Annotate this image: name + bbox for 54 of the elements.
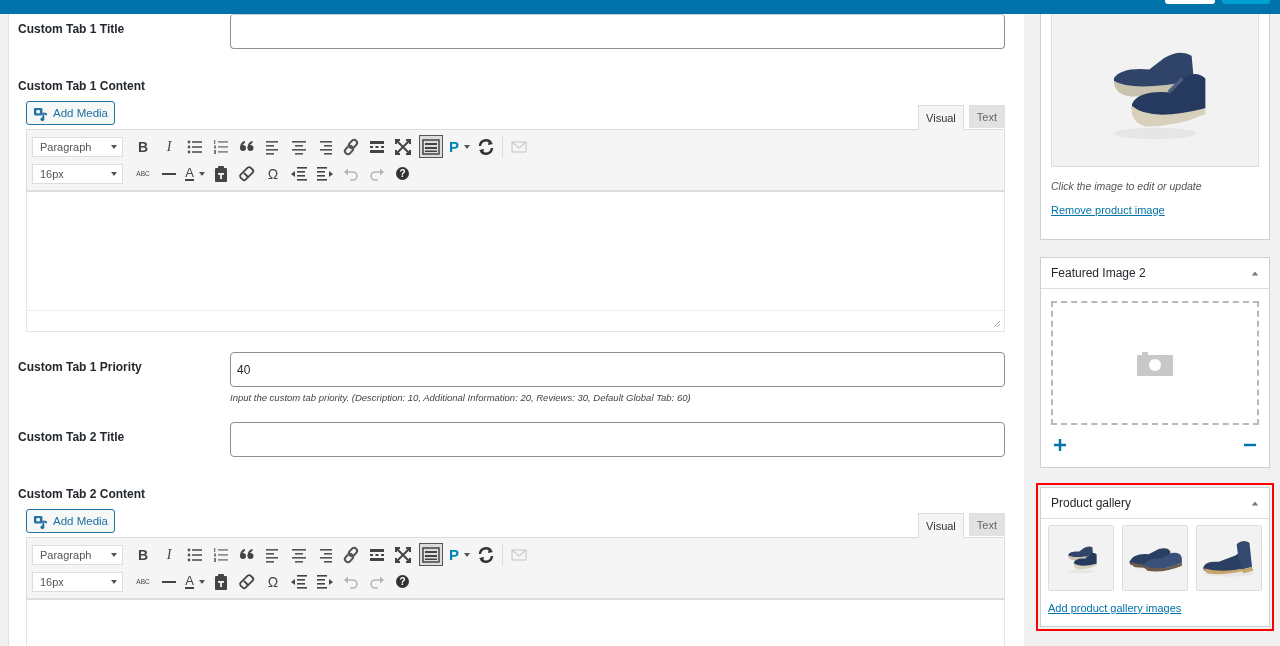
text-input[interactable]: 40 [230, 352, 1005, 387]
eraser-icon[interactable] [237, 571, 257, 592]
special-character-button[interactable]: Ω [263, 162, 283, 185]
bold-button[interactable]: B [133, 543, 153, 566]
minus-icon[interactable] [1244, 443, 1256, 447]
editor-tab[interactable]: Visual [918, 513, 964, 538]
format-dropdown[interactable]: Paragraph [32, 544, 123, 565]
format-dropdown[interactable]: 16px [32, 571, 123, 592]
format-dropdown[interactable]: Paragraph [32, 136, 123, 157]
refresh-icon[interactable] [476, 544, 496, 565]
resize-handle-icon[interactable] [993, 320, 1001, 328]
fullscreen-icon[interactable] [393, 136, 413, 157]
link-icon[interactable] [341, 136, 361, 157]
field-label: Custom Tab 1 Title [18, 21, 126, 38]
add-gallery-images-link[interactable]: Add product gallery images [1048, 602, 1182, 614]
paragraph-menu-button[interactable]: P [449, 135, 470, 158]
bold-button[interactable]: B [133, 135, 153, 158]
italic-button[interactable]: I [159, 543, 179, 566]
format-dropdown[interactable]: 16px [32, 163, 123, 184]
field-label: Custom Tab 2 Title [18, 429, 126, 446]
toolbar-toggle-icon[interactable] [421, 136, 441, 157]
remove-image-link[interactable]: Remove product image [1051, 204, 1259, 216]
fullscreen-icon[interactable] [393, 544, 413, 565]
panel-title: Featured Image 2 [1051, 266, 1146, 280]
help-button[interactable]: ? [396, 575, 409, 588]
text-input[interactable] [230, 14, 1005, 49]
collapse-icon[interactable] [1251, 499, 1259, 507]
special-character-button[interactable]: Ω [263, 570, 283, 593]
text-input[interactable] [230, 422, 1005, 457]
italic-button[interactable]: I [159, 135, 179, 158]
camera-icon [1137, 350, 1173, 376]
panel-title: Product gallery [1051, 496, 1132, 510]
field-label: Custom Tab 1 Priority [18, 359, 143, 376]
image-hint: Click the image to edit or update [1051, 180, 1203, 192]
toolbar-toggle-icon[interactable] [421, 544, 441, 565]
text-color-button[interactable]: A [185, 162, 205, 185]
media-icon [33, 105, 48, 121]
editor-tab[interactable]: Text [968, 105, 1005, 128]
field-label: Custom Tab 2 Content [18, 487, 147, 501]
media-icon [33, 513, 48, 529]
link-icon[interactable] [341, 544, 361, 565]
collapse-icon[interactable] [1251, 269, 1259, 277]
add-media-button[interactable]: Add Media [26, 509, 115, 533]
help-button[interactable]: ? [396, 167, 409, 180]
paragraph-menu-button[interactable]: P [449, 543, 470, 566]
plus-icon[interactable] [1054, 439, 1066, 451]
add-media-button[interactable]: Add Media [26, 101, 115, 125]
refresh-icon[interactable] [476, 136, 496, 157]
field-label: Custom Tab 1 Content [18, 79, 147, 93]
editor-tab[interactable]: Visual [918, 105, 964, 130]
eraser-icon[interactable] [237, 163, 257, 184]
text-color-button[interactable]: A [185, 570, 205, 593]
field-description: Input the custom tab priority. (Description: 10, Additional Information: 20, Reviews: 30, Default Global Tab: 60) [230, 392, 692, 403]
editor-tab[interactable]: Text [968, 513, 1005, 536]
